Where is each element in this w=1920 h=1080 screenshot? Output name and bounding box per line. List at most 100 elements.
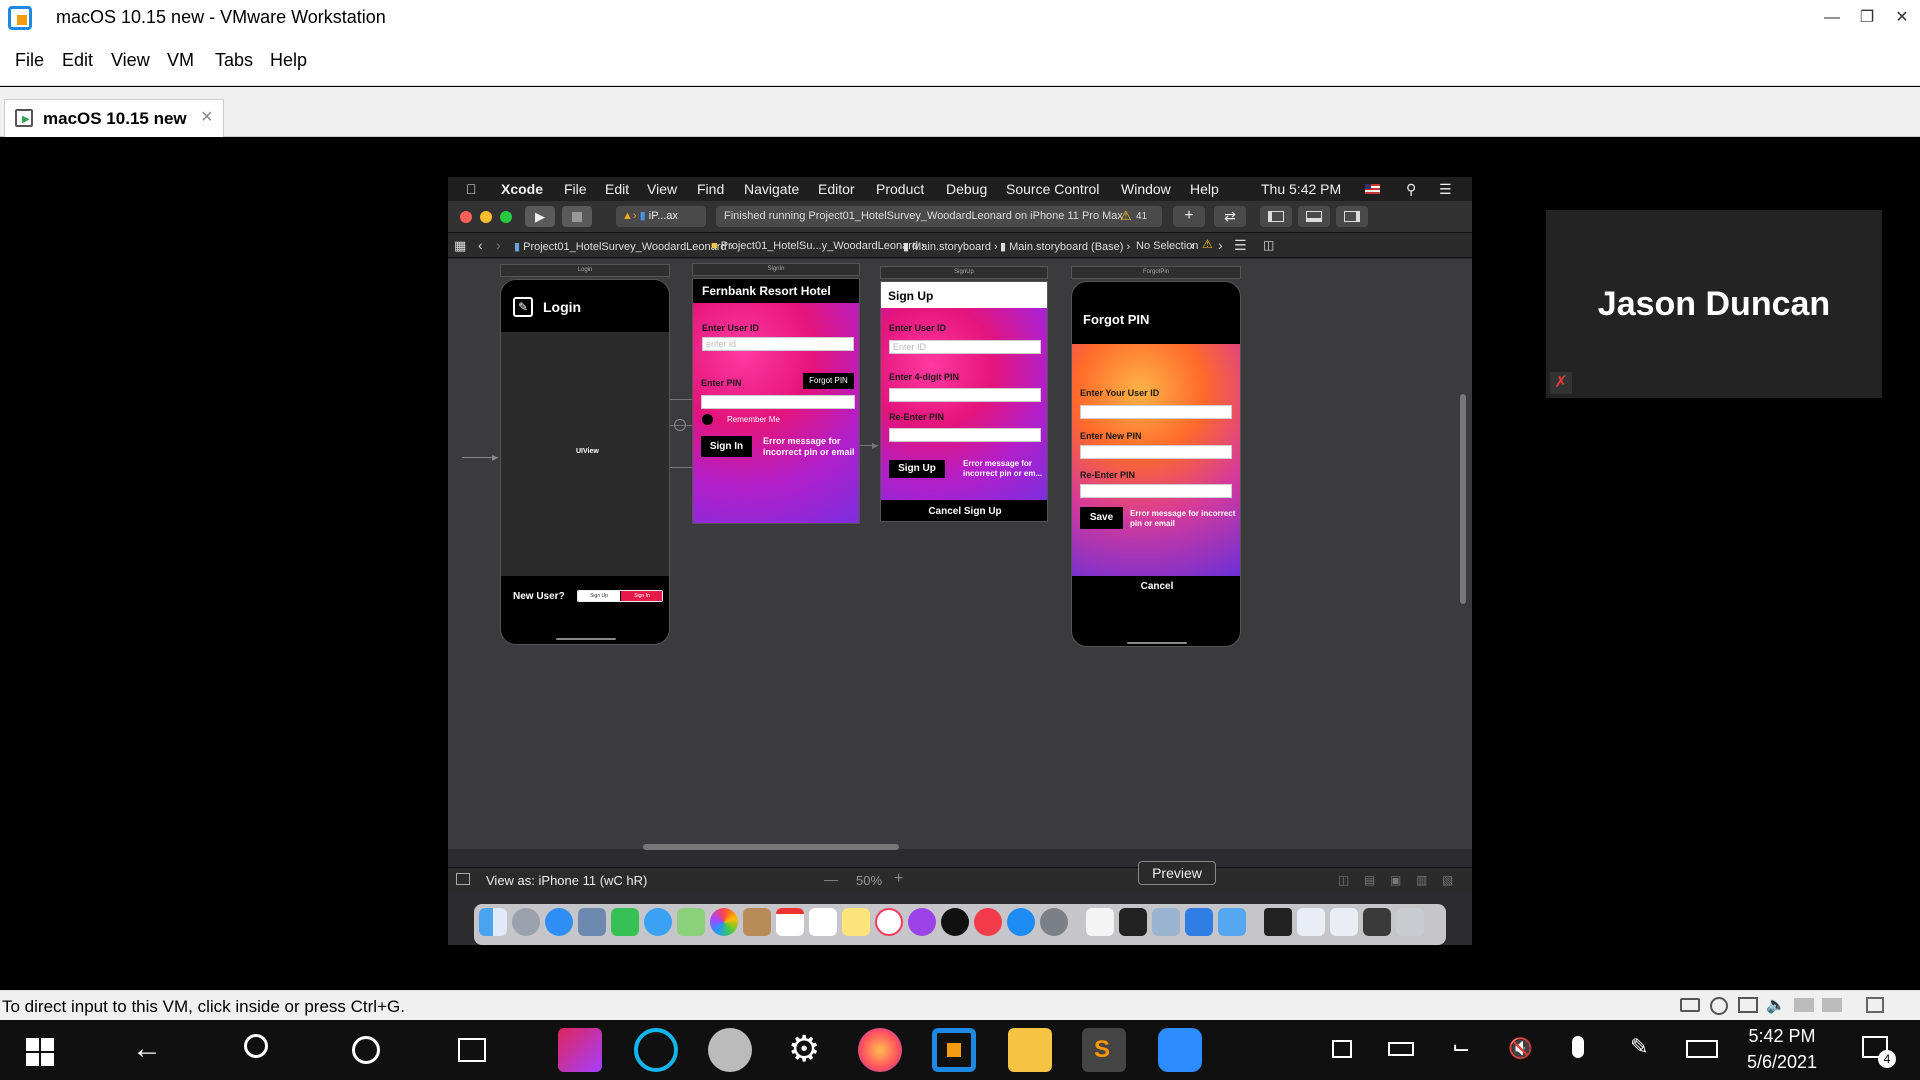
mac-menu-source-control[interactable]: Source Control (1006, 181, 1099, 197)
zoom-window-dot[interactable] (500, 211, 512, 223)
pen-icon[interactable]: ✎ (1630, 1034, 1648, 1060)
system-preferences-icon[interactable] (1040, 908, 1068, 936)
embed-icon[interactable]: ▧ (1442, 873, 1453, 887)
jumpbar-crumb-base[interactable]: ▮ Main.storyboard (Base) › (1000, 240, 1130, 253)
mac-menu-find[interactable]: Find (697, 181, 724, 197)
forward-icon[interactable]: › (496, 237, 501, 253)
signin-user-field[interactable]: enter id (702, 337, 854, 351)
start-windows-icon[interactable] (26, 1038, 54, 1066)
signin-pin-field[interactable] (701, 395, 855, 409)
storyboard-canvas[interactable]: ▸ Login ✎ Login UIView New User? Sign Up… (448, 259, 1472, 850)
microphone-icon[interactable] (1572, 1036, 1584, 1058)
volume-mute-icon[interactable]: 🔇 (1508, 1036, 1533, 1061)
save-button[interactable]: Save (1080, 507, 1123, 529)
menu-vm[interactable]: VM (167, 50, 194, 71)
forgot-cancel-button[interactable]: Cancel (1072, 581, 1240, 592)
notification-center-icon[interactable]: ☰ (1439, 181, 1452, 198)
network-icon[interactable] (1738, 997, 1758, 1013)
segue-icon[interactable] (674, 419, 686, 431)
news-icon[interactable] (974, 908, 1002, 936)
menu-tabs[interactable]: Tabs (215, 50, 253, 71)
navigator-toggle-icon[interactable] (1260, 206, 1292, 227)
debug-area-toggle-icon[interactable] (1298, 206, 1330, 227)
zoom-app-icon[interactable] (1158, 1028, 1202, 1072)
menu-help[interactable]: Help (270, 50, 307, 71)
taskbar-time[interactable]: 5:42 PM (1748, 1026, 1816, 1047)
menu-edit[interactable]: Edit (62, 50, 93, 71)
run-button[interactable]: ▶ (525, 206, 555, 227)
contacts-icon[interactable] (743, 908, 771, 936)
mac-menu-file[interactable]: File (564, 181, 587, 197)
facetime-icon[interactable] (611, 908, 639, 936)
settings-gear-icon[interactable]: ⚙ (788, 1028, 820, 1070)
mac-screen[interactable]:  Xcode File Edit View Find Navigate Edi… (448, 177, 1472, 945)
inspector-toggle-icon[interactable] (1336, 206, 1368, 227)
safari-icon[interactable] (545, 908, 573, 936)
view-as-label[interactable]: View as: iPhone 11 (wC hR) (486, 873, 647, 888)
message-log-icon[interactable] (1866, 997, 1884, 1013)
signin-scene[interactable]: Fernbank Resort Hotel Enter User ID ente… (692, 278, 860, 524)
code-review-button[interactable]: ⇄ (1214, 206, 1246, 227)
app-store-icon[interactable] (1007, 908, 1035, 936)
jumpbar-crumb-folder[interactable]: ■ Project01_HotelSu...y_WoodardLeonard › (711, 240, 925, 252)
back-icon[interactable]: ‹ (478, 237, 483, 253)
menu-view[interactable]: View (111, 50, 150, 71)
segment-sign-in[interactable]: Sign In (621, 591, 662, 601)
trash-icon[interactable] (1396, 908, 1424, 936)
signin-button[interactable]: Sign In (701, 436, 752, 457)
constraints-icon[interactable]: ▣ (1390, 873, 1401, 887)
forgot-reenter-field[interactable] (1080, 484, 1232, 498)
messages-icon[interactable] (644, 908, 672, 936)
sound-icon[interactable]: 🔈 (1766, 995, 1786, 1015)
launchpad-icon[interactable] (512, 908, 540, 936)
mac-menu-edit[interactable]: Edit (605, 181, 629, 197)
mac-menu-navigate[interactable]: Navigate (744, 181, 799, 197)
creative-cloud-icon[interactable] (558, 1028, 602, 1072)
segue-line[interactable] (670, 467, 692, 468)
app-menu-xcode[interactable]: Xcode (501, 181, 543, 197)
cancel-signup-button[interactable]: Cancel Sign Up (881, 506, 1047, 517)
tv-icon[interactable] (941, 908, 969, 936)
wifi-icon[interactable]: ⌙ (1452, 1034, 1470, 1060)
horizontal-scrollbar[interactable] (643, 844, 899, 850)
document-outline-toggle-icon[interactable] (456, 873, 470, 885)
restore-button[interactable]: ❐ (1855, 6, 1879, 30)
minimize-button[interactable]: — (1820, 6, 1844, 30)
music-icon[interactable] (875, 908, 903, 936)
stop-button[interactable] (562, 206, 592, 227)
podcasts-icon[interactable] (908, 908, 936, 936)
cd-icon[interactable] (1710, 997, 1728, 1015)
sublime-text-icon[interactable]: S (1082, 1028, 1126, 1072)
update-frames-icon[interactable]: ◫ (1338, 873, 1349, 887)
maps-icon[interactable] (677, 908, 705, 936)
segue-line[interactable] (670, 399, 692, 400)
add-editor-icon[interactable]: ◫ (1263, 238, 1274, 252)
warning-icon[interactable]: ⚠ (1120, 208, 1132, 224)
zoom-level[interactable]: 50% (856, 873, 882, 888)
issue-next-icon[interactable]: › (1218, 237, 1223, 253)
signup-button[interactable]: Sign Up (889, 460, 945, 478)
mac-menu-help[interactable]: Help (1190, 181, 1219, 197)
close-window-dot[interactable] (460, 211, 472, 223)
apple-icon[interactable]:  (466, 181, 477, 197)
zoom-out-icon[interactable]: — (824, 871, 838, 887)
jumpbar-crumb-storyboard[interactable]: ▮ Main.storyboard › (903, 240, 998, 253)
signup-signin-segmented-control[interactable]: Sign Up Sign In (577, 590, 663, 602)
signup-scene[interactable]: Sign Up Enter User ID Enter ID Enter 4-d… (880, 281, 1048, 522)
issue-prev-icon[interactable]: ‹ (1190, 237, 1195, 253)
window-thumb-icon[interactable] (1330, 908, 1358, 936)
issue-warning-icon[interactable]: ⚠ (1202, 237, 1213, 251)
usb-icon[interactable] (1822, 998, 1842, 1012)
forgot-newpin-field[interactable] (1080, 445, 1232, 459)
cortana-icon[interactable] (352, 1036, 380, 1064)
scene-label-signin[interactable]: SignIn (692, 263, 860, 276)
notes-icon[interactable] (842, 908, 870, 936)
simulator-icon[interactable] (1264, 908, 1292, 936)
menubar-clock[interactable]: Thu 5:42 PM (1261, 181, 1341, 197)
task-view-icon[interactable] (458, 1038, 486, 1062)
photos-icon[interactable] (710, 908, 738, 936)
segment-sign-up[interactable]: Sign Up (578, 591, 620, 601)
window-thumb-icon[interactable] (1363, 908, 1391, 936)
mail-photo-icon[interactable] (578, 908, 606, 936)
resolve-issues-icon[interactable]: ▥ (1416, 873, 1427, 887)
